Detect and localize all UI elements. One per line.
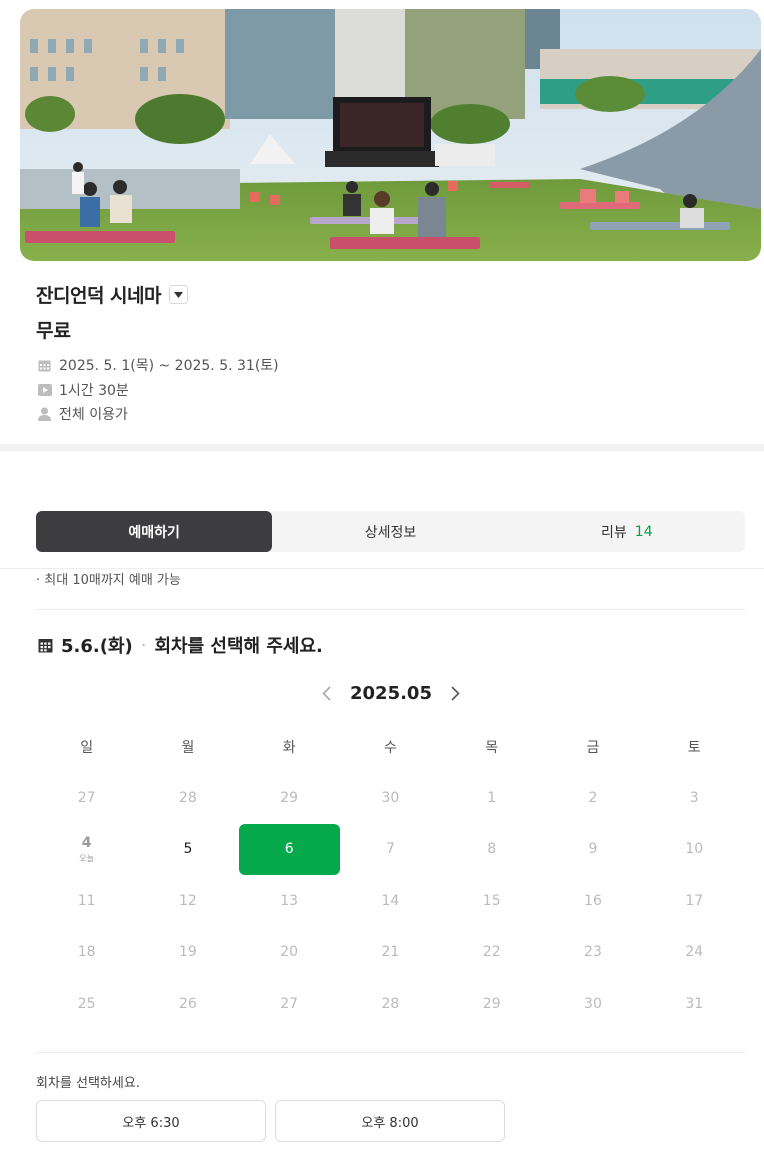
review-count: 14 (634, 523, 653, 540)
calendar-week: 18 19 20 21 22 23 24 (36, 927, 745, 979)
weekday-label: 일 (80, 740, 94, 756)
event-runtime-row: 1시간 30분 (37, 380, 129, 400)
weekday-label: 화 (282, 740, 296, 756)
event-rating-row: 전체 이용가 (37, 404, 128, 424)
calendar-week: 11 12 13 14 15 16 17 (36, 875, 745, 927)
calendar-day: 15 (482, 892, 501, 909)
calendar-day: 25 (77, 995, 96, 1012)
calendar-day: 31 (685, 995, 704, 1012)
event-title: 잔디언덕 시네마 (36, 285, 161, 307)
calendar-week: 25 26 27 28 29 30 31 (36, 978, 745, 1030)
tab-booking[interactable]: 예매하기 (36, 511, 273, 552)
calendar-day: 28 (178, 789, 197, 806)
prev-month-button[interactable] (316, 680, 336, 706)
chevron-right-icon (451, 685, 461, 701)
weekday-label: 월 (181, 740, 195, 756)
calendar-day: 22 (482, 944, 501, 961)
calendar: 일 월 화 수 목 금 토 27 28 29 30 1 2 3 4 오늘 5 6… (36, 722, 745, 1030)
tab-details[interactable]: 상세정보 (272, 511, 508, 552)
calendar-day: 28 (381, 995, 400, 1012)
calendar-days: 27 28 29 30 1 2 3 4 오늘 5 6 7 8 9 10 11 1… (36, 772, 745, 1030)
calendar-day: 26 (178, 995, 197, 1012)
calendar-day: 30 (584, 995, 602, 1012)
calendar-day: 30 (381, 789, 400, 806)
calendar-day: 16 (584, 892, 602, 909)
today-label: 오늘 (79, 853, 94, 863)
calendar-day: 29 (482, 995, 501, 1012)
title-dropdown-button[interactable] (168, 285, 188, 304)
calendar-week: 27 28 29 30 1 2 3 (36, 772, 745, 824)
tab-bar: 예매하기 상세정보 리뷰 14 (36, 511, 745, 552)
session-select-label: 회차를 선택하세요. (36, 1076, 140, 1091)
next-month-button[interactable] (446, 680, 466, 706)
weekday-label: 토 (687, 740, 701, 756)
calendar-day: 10 (685, 841, 704, 858)
event-runtime: 1시간 30분 (59, 383, 129, 399)
calendar-day: 19 (178, 944, 197, 961)
calendar-day: 7 (385, 841, 395, 858)
calendar-day: 24 (685, 944, 704, 961)
weekday-label: 목 (485, 740, 499, 756)
calendar-day: 27 (77, 789, 96, 806)
person-icon (37, 407, 52, 422)
weekday-header: 일 월 화 수 목 금 토 (36, 722, 745, 772)
calendar-day: 21 (381, 944, 400, 961)
weekday-label: 수 (383, 740, 397, 756)
event-poster-image (20, 9, 761, 261)
select-session-prompt: 회차를 선택해 주세요. (154, 636, 323, 657)
calendar-day: 12 (178, 892, 197, 909)
session-button[interactable]: 오후 8:00 (275, 1100, 505, 1142)
calendar-day: 8 (487, 841, 497, 858)
calendar-day: 1 (487, 789, 497, 806)
calendar-day-available[interactable]: 5 (137, 824, 238, 876)
event-rating: 전체 이용가 (59, 407, 128, 423)
chevron-left-icon (321, 685, 331, 701)
calendar-day: 27 (280, 995, 299, 1012)
divider (36, 1052, 745, 1053)
calendar-day: 11 (77, 892, 96, 909)
calendar-day: 29 (280, 789, 299, 806)
calendar-day: 3 (689, 789, 699, 806)
calendar-week: 4 오늘 5 6 7 8 9 10 (36, 823, 745, 876)
calendar-day: 14 (381, 892, 400, 909)
tab-reviews[interactable]: 리뷰 14 (509, 511, 745, 552)
weekday-label: 금 (586, 740, 600, 756)
calendar-day: 23 (584, 944, 602, 961)
calendar-day: 9 (588, 841, 598, 858)
section-divider (0, 444, 764, 451)
current-month: 2025.05 (350, 682, 432, 704)
calendar-icon (37, 358, 52, 373)
divider (36, 609, 745, 610)
selected-date-header: 5.6.(화) · 회차를 선택해 주세요. (38, 632, 323, 658)
caret-down-icon (173, 291, 183, 298)
selected-date: 5.6.(화) (61, 636, 133, 657)
event-period-row: 2025. 5. 1(목) ~ 2025. 5. 31(토) (37, 355, 279, 375)
calendar-day: 20 (280, 944, 299, 961)
calendar-day: 13 (280, 892, 299, 909)
calendar-day: 2 (588, 789, 598, 806)
separator-dot: · (140, 634, 147, 656)
month-navigation: 2025.05 (0, 680, 764, 706)
event-price: 무료 (36, 320, 71, 342)
booking-limit-notice: · 최대 10매까지 예매 가능 (36, 573, 181, 588)
calendar-day-today: 4 오늘 (79, 834, 94, 863)
play-icon (37, 383, 52, 398)
calendar-icon (38, 638, 53, 652)
event-period: 2025. 5. 1(목) ~ 2025. 5. 31(토) (59, 358, 279, 374)
calendar-day-selected[interactable]: 6 (238, 823, 340, 876)
session-button[interactable]: 오후 6:30 (36, 1100, 266, 1142)
calendar-day: 17 (685, 892, 704, 909)
calendar-day: 18 (77, 944, 96, 961)
